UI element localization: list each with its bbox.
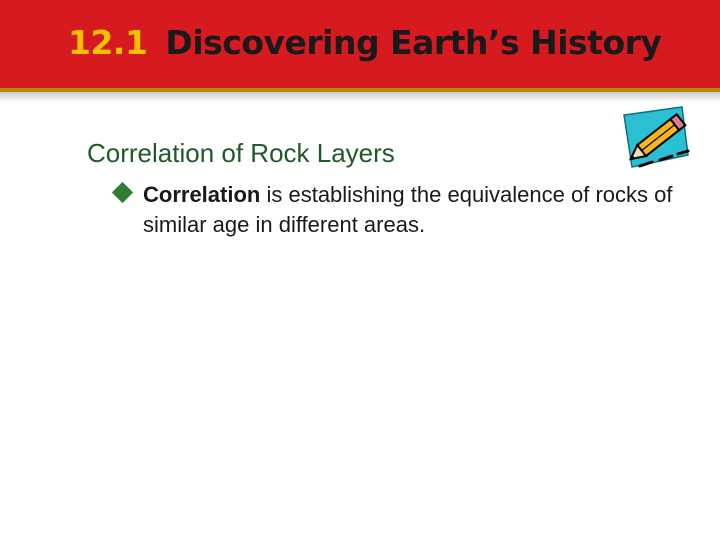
- bullet-text: Correlation is establishing the equivale…: [143, 180, 688, 239]
- title-bar: 12.1 Discovering Earth’s History: [0, 0, 720, 102]
- pencil-icon: [623, 106, 690, 168]
- diamond-bullet-icon: [111, 181, 134, 204]
- slide-title: 12.1 Discovering Earth’s History: [68, 23, 662, 62]
- section-heading: Correlation of Rock Layers: [87, 138, 395, 168]
- section-number: 12.1: [68, 23, 148, 62]
- title-label: Discovering Earth’s History: [165, 23, 662, 62]
- bullet-term: Correlation: [143, 182, 261, 207]
